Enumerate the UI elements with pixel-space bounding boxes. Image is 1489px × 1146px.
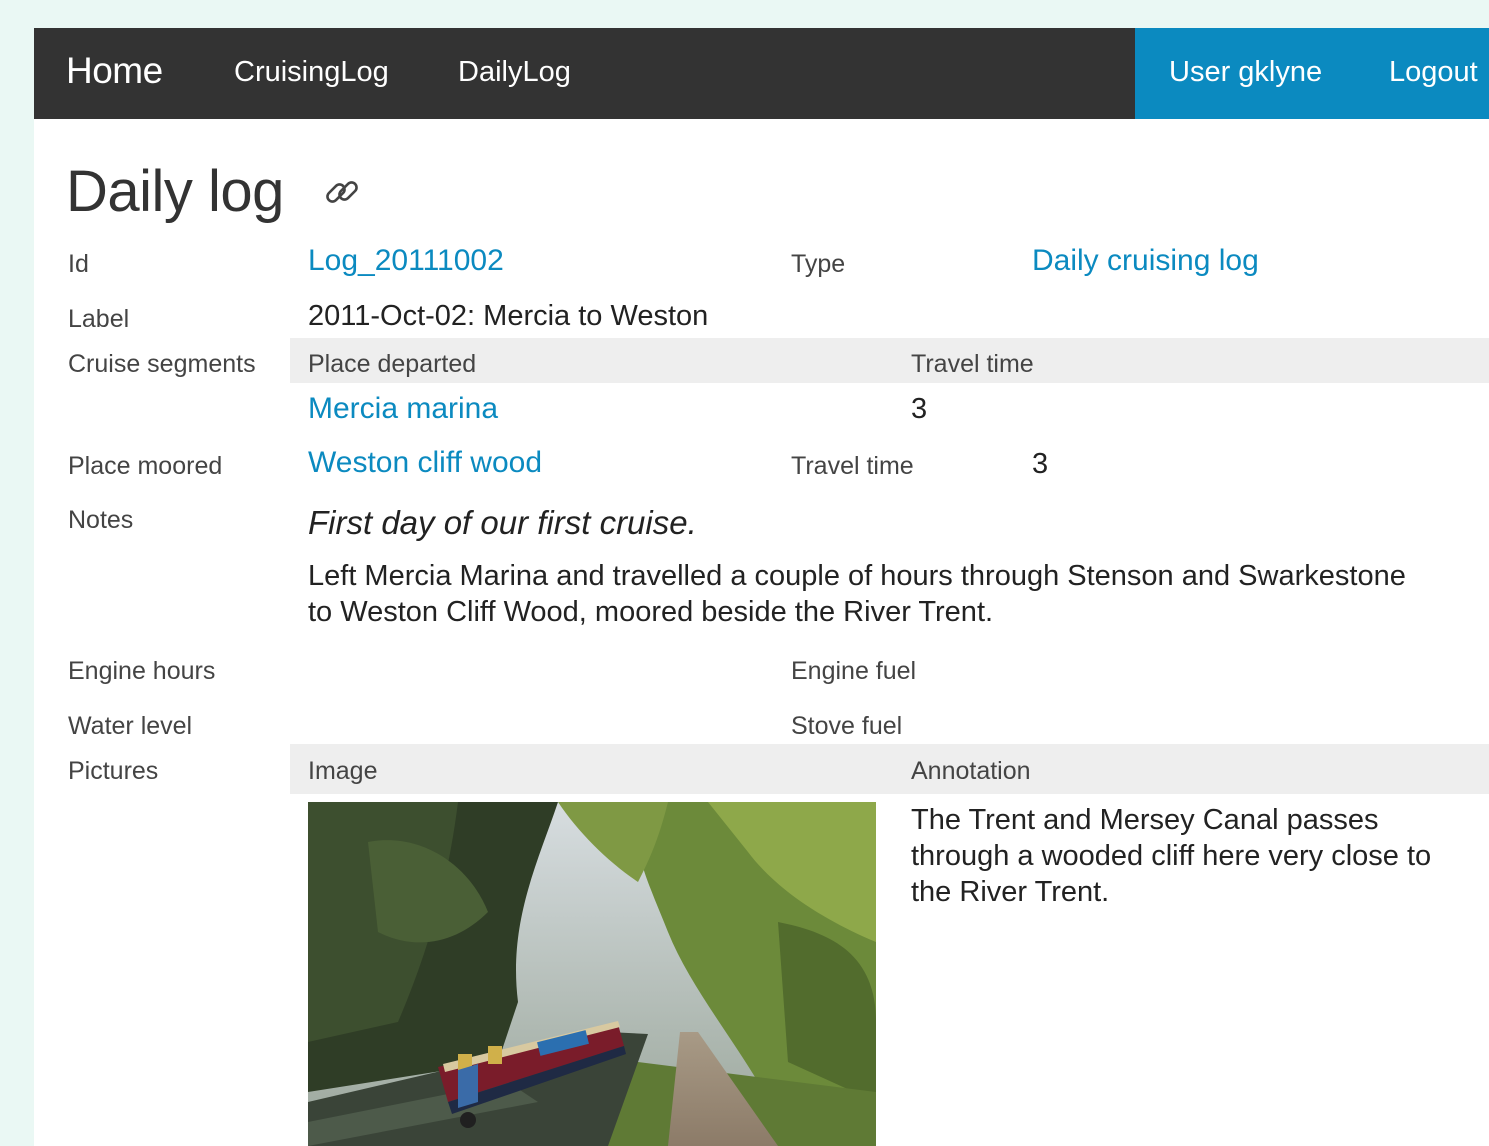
- annotation-header: Annotation: [911, 757, 1031, 785]
- id-label: Id: [68, 250, 89, 278]
- notes-label: Notes: [68, 506, 134, 534]
- logout-link[interactable]: Logout: [1389, 56, 1478, 89]
- top-navbar: Home CruisingLog DailyLog User gklyne Lo…: [34, 28, 1489, 119]
- notes-body: Left Mercia Marina and travelled a coupl…: [308, 560, 1406, 628]
- type-label: Type: [791, 250, 846, 278]
- link-icon[interactable]: [322, 172, 362, 212]
- image-header: Image: [308, 757, 378, 785]
- nav-dailylog-link[interactable]: DailyLog: [458, 56, 571, 89]
- moored-travel-time-label: Travel time: [791, 452, 914, 480]
- label-label: Label: [68, 305, 130, 333]
- engine-fuel-label: Engine fuel: [791, 657, 917, 685]
- pictures-label: Pictures: [68, 757, 159, 785]
- nav-home-link[interactable]: Home: [66, 50, 163, 92]
- water-level-label: Water level: [68, 712, 193, 740]
- segment-travel-time: 3: [911, 393, 928, 425]
- nav-cruisinglog-link[interactable]: CruisingLog: [234, 56, 389, 89]
- pictures-header: Image Annotation: [290, 744, 1489, 794]
- page-container: Home CruisingLog DailyLog User gklyne Lo…: [34, 28, 1489, 1146]
- id-value-link[interactable]: Log_20111002: [308, 244, 504, 278]
- place-departed-link[interactable]: Mercia marina: [308, 392, 498, 426]
- place-moored-label: Place moored: [68, 452, 223, 480]
- canal-photo[interactable]: [308, 802, 876, 1146]
- cruise-segments-label: Cruise segments: [68, 350, 256, 378]
- travel-time-header: Travel time: [911, 350, 1034, 378]
- type-value-link[interactable]: Daily cruising log: [1032, 244, 1259, 278]
- user-link[interactable]: User gklyne: [1169, 56, 1322, 89]
- moored-travel-time-value: 3: [1032, 448, 1049, 480]
- picture-annotation: The Trent and Mersey Canal passes throug…: [911, 804, 1432, 908]
- user-menu: User gklyne Logout: [1135, 28, 1489, 119]
- label-value: 2011-Oct-02: Mercia to Weston: [308, 300, 709, 332]
- notes-title: First day of our first cruise.: [308, 504, 697, 541]
- cruise-segments-header: Place departed Travel time: [290, 338, 1489, 383]
- page-title: Daily log: [66, 159, 284, 224]
- place-departed-header: Place departed: [308, 350, 477, 378]
- stove-fuel-label: Stove fuel: [791, 712, 903, 740]
- place-moored-link[interactable]: Weston cliff wood: [308, 446, 542, 480]
- engine-hours-label: Engine hours: [68, 657, 216, 685]
